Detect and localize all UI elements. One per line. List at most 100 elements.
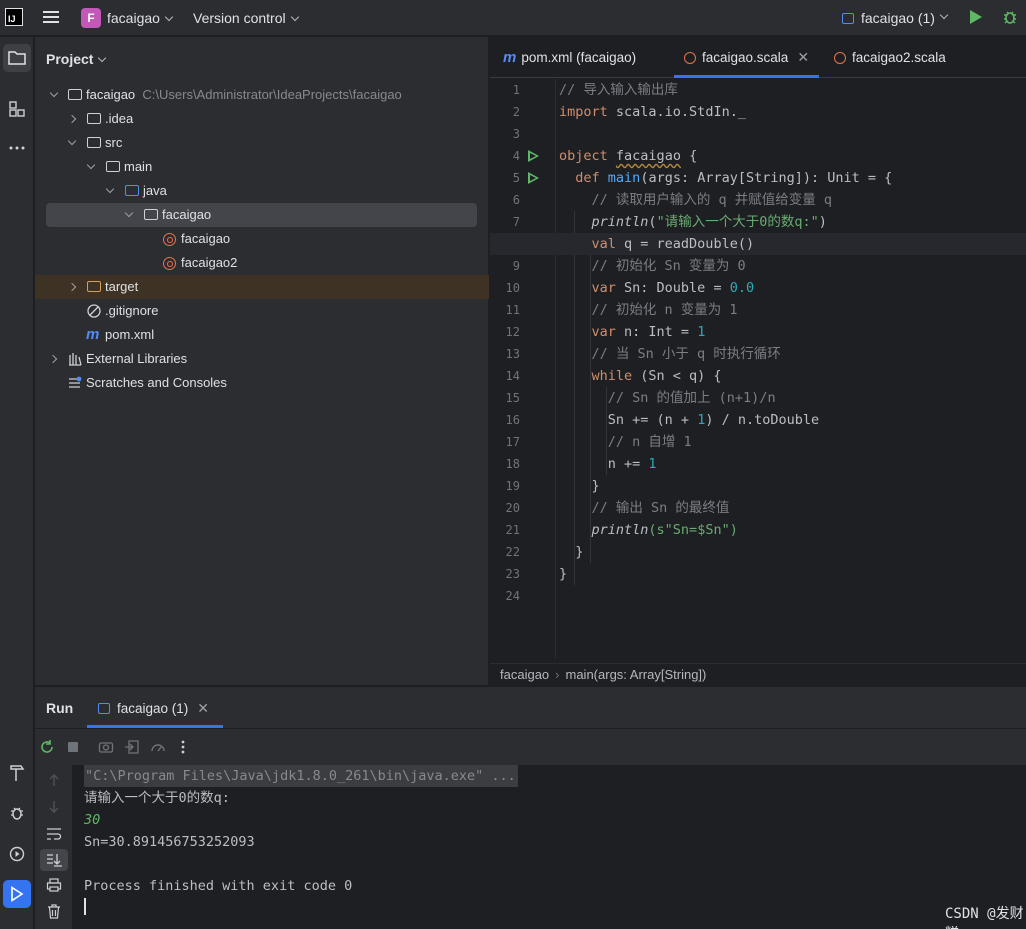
run-config-icon (842, 12, 854, 24)
debug-icon[interactable] (1002, 9, 1018, 25)
code-keyword: var (591, 324, 616, 340)
line-number: 23 (505, 567, 520, 581)
run-toolbar (35, 728, 1026, 764)
run-icon[interactable] (970, 10, 982, 24)
build-hammer-icon[interactable] (3, 759, 31, 787)
scratches-icon (69, 376, 82, 388)
expand-arrow-icon[interactable] (124, 208, 134, 218)
trash-icon[interactable] (47, 904, 61, 919)
tab-label: facaigao.scala (702, 50, 789, 65)
title-bar: IJ F facaigao Version control facaigao (… (0, 0, 1026, 36)
watermark: CSDN @发财糕 (945, 906, 1024, 929)
code-text: } (575, 544, 584, 560)
close-icon[interactable]: ✕ (197, 700, 209, 716)
breadcrumb-item[interactable]: main(args: Array[String]) (566, 667, 707, 682)
line-number: 5 (512, 171, 520, 185)
tree-item-pom[interactable]: m pom.xml (35, 323, 489, 347)
arrow-down-icon[interactable] (47, 800, 61, 814)
code-comment: // n 自增 1 (607, 434, 692, 450)
collapse-arrow-icon[interactable] (67, 114, 77, 124)
code-text: n += (607, 456, 649, 472)
folder-icon (87, 113, 101, 124)
code-text: Sn += (n + (607, 412, 698, 428)
tree-item-file[interactable]: facaigao (35, 227, 489, 251)
project-panel-title[interactable]: Project (46, 51, 107, 67)
code-keyword: var (591, 280, 616, 296)
tree-item-root[interactable]: facaigao C:\Users\Administrator\IdeaProj… (35, 83, 489, 107)
project-selector[interactable]: facaigao (107, 10, 174, 26)
run-gutter-icon[interactable] (528, 172, 539, 184)
folder-icon (87, 137, 101, 148)
scroll-to-end-toggle[interactable] (40, 849, 68, 871)
soft-wrap-icon[interactable] (46, 827, 62, 841)
print-icon[interactable] (46, 878, 62, 892)
folder-icon (106, 161, 120, 172)
tree-item-main[interactable]: main (35, 155, 489, 179)
tree-item-gitignore[interactable]: .gitignore (35, 299, 489, 323)
expand-arrow-icon[interactable] (105, 184, 115, 194)
run-config-icon (98, 703, 110, 714)
code-object-name: facaigao (615, 148, 681, 164)
run-tool-icon[interactable] (3, 880, 31, 908)
code-line: // 初始化 Sn 变量为 0 (559, 255, 1026, 277)
login-icon[interactable] (124, 739, 140, 755)
main-menu-icon[interactable] (43, 11, 59, 24)
camera-icon[interactable] (98, 739, 114, 755)
line-number: 7 (512, 215, 520, 229)
services-icon[interactable] (3, 840, 31, 868)
run-tab[interactable]: facaigao (1) ✕ (86, 700, 224, 728)
expand-arrow-icon[interactable] (67, 136, 77, 146)
arrow-up-icon[interactable] (47, 773, 61, 787)
rerun-icon[interactable] (39, 739, 55, 755)
tab-facaigao-scala[interactable]: facaigao.scala ✕ (673, 37, 820, 78)
collapse-arrow-icon[interactable] (48, 354, 58, 364)
run-config-selector[interactable]: facaigao (1) (842, 10, 949, 26)
console-output[interactable]: "C:\Program Files\Java\jdk1.8.0_261\bin\… (73, 765, 1026, 929)
code-text: (Sn < q) { (632, 368, 722, 384)
run-panel-title: Run (46, 700, 74, 716)
code-text: Sn: Double = (615, 280, 730, 296)
code-line: import scala.io.StdIn._ (559, 101, 1026, 123)
tree-label: Scratches and Consoles (86, 375, 227, 390)
project-tool-icon[interactable] (3, 44, 31, 72)
stop-icon[interactable] (65, 739, 81, 755)
structure-icon[interactable] (3, 95, 31, 123)
package-icon (144, 209, 158, 220)
close-icon[interactable]: ✕ (797, 49, 809, 65)
code-number: 1 (697, 324, 706, 340)
tree-item-java[interactable]: java (35, 179, 489, 203)
tree-item-file[interactable]: facaigao2 (35, 251, 489, 275)
intellij-logo-icon[interactable]: IJ (5, 8, 23, 26)
more-options-icon[interactable] (175, 739, 191, 755)
tree-item-idea[interactable]: .idea (35, 107, 489, 131)
tab-facaigao2-scala[interactable]: facaigao2.scala (834, 37, 946, 78)
chevron-down-icon (290, 12, 299, 22)
code-line: println("请输入一个大于0的数q:") (591, 214, 827, 230)
breadcrumb-item[interactable]: facaigao (500, 667, 549, 682)
debug-tool-icon[interactable] (3, 799, 31, 827)
expand-arrow-icon[interactable] (49, 88, 59, 98)
code-function: main (607, 170, 641, 186)
code-text: n: Int = (615, 324, 698, 340)
collapse-arrow-icon[interactable] (67, 282, 77, 292)
code-line: while (Sn < q) { (559, 365, 1026, 387)
tree-label: target (105, 279, 139, 294)
version-control-menu[interactable]: Version control (193, 10, 299, 26)
tree-item-package[interactable]: facaigao (46, 203, 477, 227)
run-gutter-icon[interactable] (528, 150, 539, 162)
expand-arrow-icon[interactable] (86, 160, 96, 170)
tree-item-scratches[interactable]: Scratches and Consoles (35, 371, 489, 395)
profiler-icon[interactable] (150, 739, 166, 755)
tree-label: facaigao (181, 231, 231, 246)
project-badge[interactable]: F (81, 8, 101, 28)
line-number: 20 (505, 501, 520, 515)
editor: m pom.xml (facaigao) facaigao.scala ✕ faca… (490, 37, 1026, 685)
tree-item-external-libraries[interactable]: External Libraries (35, 347, 489, 371)
more-tools-icon[interactable] (3, 134, 31, 162)
code-string: (s"Sn=$Sn") (648, 522, 738, 538)
code-line: } (559, 475, 1026, 497)
line-number: 2 (512, 105, 520, 119)
tab-pom-xml[interactable]: m pom.xml (facaigao) (503, 37, 636, 78)
tree-item-target[interactable]: target (35, 275, 489, 299)
tree-item-src[interactable]: src (35, 131, 489, 155)
